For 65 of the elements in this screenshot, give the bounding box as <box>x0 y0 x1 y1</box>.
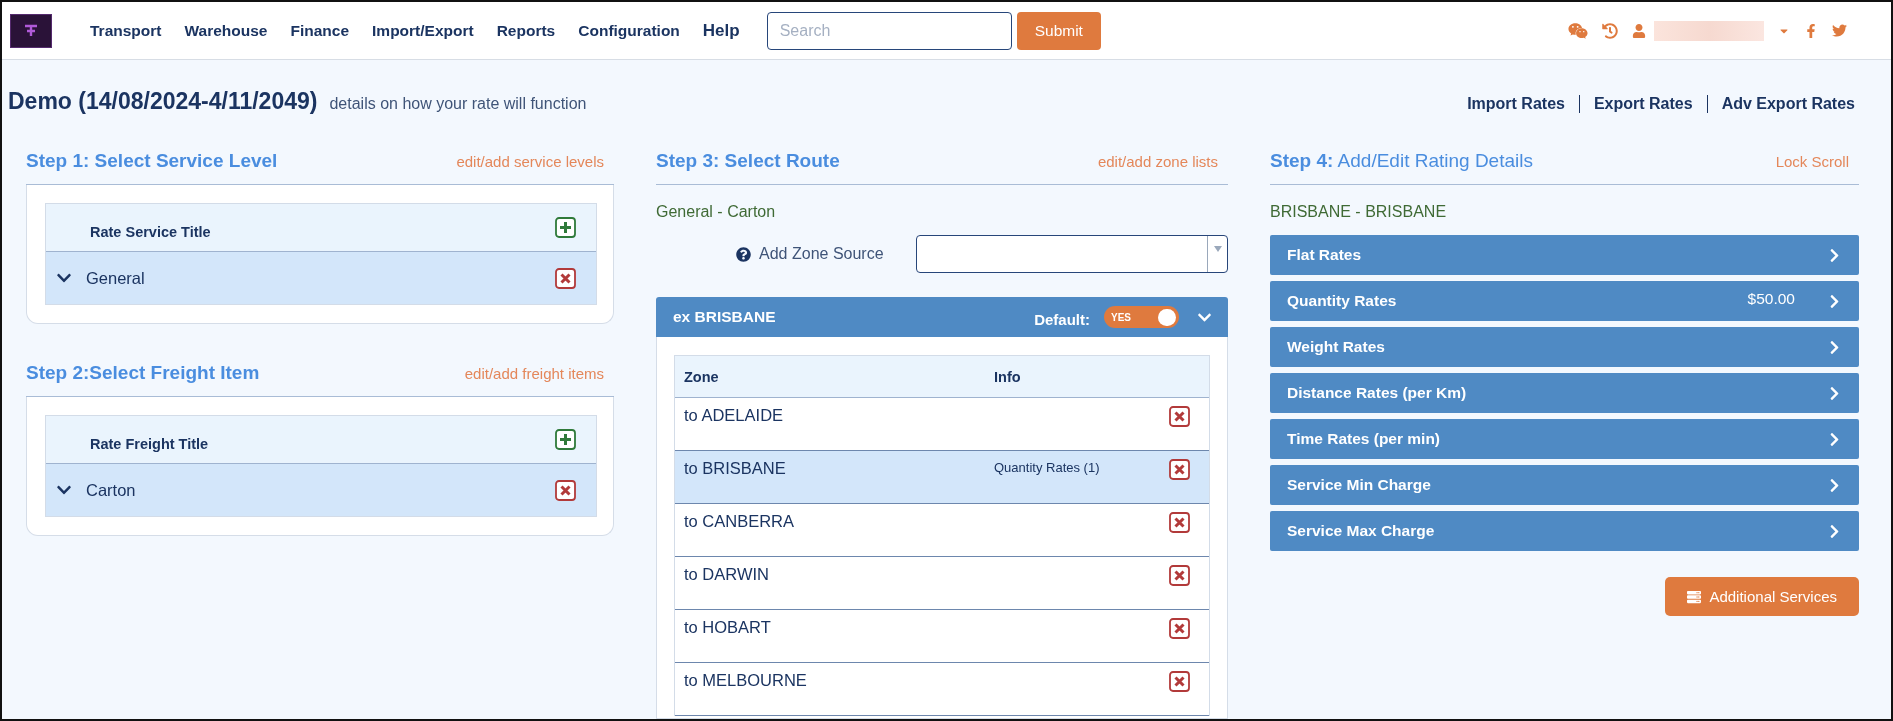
step-title: Step 1: Select Service Level <box>26 150 278 172</box>
delete-icon[interactable] <box>1169 512 1190 533</box>
rate-bar[interactable]: Distance Rates (per Km) <box>1270 373 1859 413</box>
rates-link[interactable]: Import Rates <box>1467 95 1565 113</box>
page-subtitle: details on how your rate will function <box>329 95 587 113</box>
rate-row[interactable]: Carton <box>46 464 596 516</box>
row-label: Carton <box>86 480 137 500</box>
twitter-icon[interactable] <box>1832 23 1847 38</box>
nav-link[interactable]: Help <box>702 20 740 41</box>
rate-bar[interactable]: Flat Rates <box>1270 235 1859 275</box>
delete-icon[interactable] <box>1169 618 1190 639</box>
route-selection: General - Carton <box>656 203 777 221</box>
delete-icon[interactable] <box>1169 565 1190 586</box>
rate-row[interactable]: General <box>46 252 596 304</box>
logo[interactable] <box>10 13 52 48</box>
nav-link[interactable]: Import/Export <box>372 21 474 40</box>
step-title: Step 2:Select Freight Item <box>26 362 260 384</box>
zone-name: to ADELAIDE <box>684 406 785 425</box>
zone-row[interactable]: to BRISBANE Quantity Rates (1) <box>675 451 1209 504</box>
zone-name: to MELBOURNE <box>684 671 808 690</box>
add-icon[interactable] <box>555 429 576 450</box>
delete-icon[interactable] <box>1169 459 1190 480</box>
column-header: Rate Freight Title <box>90 434 210 452</box>
default-label: Default: <box>1034 309 1090 328</box>
zone-source-select[interactable] <box>915 235 1228 273</box>
rate-bar[interactable]: Service Min Charge <box>1270 465 1859 505</box>
search-field[interactable]: Search <box>766 11 1012 50</box>
row-label: General <box>86 268 146 288</box>
chat-icon[interactable] <box>1568 20 1588 41</box>
zone-name: to BRISBANE <box>684 459 787 478</box>
group-title: ex BRISBANE <box>673 308 777 326</box>
zone-name: to HOBART <box>684 618 772 637</box>
nav-link[interactable]: Finance <box>290 21 350 40</box>
rate-bar[interactable]: Quantity Rates $50.00 <box>1270 281 1859 321</box>
logo-icon <box>23 22 39 39</box>
zone-name: to DARWIN <box>684 565 770 584</box>
rate-bar[interactable]: Weight Rates <box>1270 327 1859 367</box>
step-title: Step 3: Select Route <box>656 150 840 172</box>
delete-icon[interactable] <box>1169 406 1190 427</box>
nav-link[interactable]: Reports <box>496 21 556 40</box>
page-title: Demo (14/08/2024-4/11/2049) <box>8 88 318 115</box>
user-icon[interactable] <box>1632 23 1646 38</box>
add-icon[interactable] <box>555 217 576 238</box>
column-header: Rate Service Title <box>90 222 212 240</box>
facebook-icon[interactable] <box>1804 23 1818 38</box>
nav-link[interactable]: Transport <box>90 21 162 40</box>
rate-bar[interactable]: Time Rates (per min) <box>1270 419 1859 459</box>
column-header: Zone <box>684 368 720 385</box>
help-icon[interactable] <box>736 246 752 262</box>
zone-name: to CANBERRA <box>684 512 796 531</box>
delete-icon[interactable] <box>555 479 576 501</box>
nav-link[interactable]: Configuration <box>578 21 680 40</box>
history-icon[interactable] <box>1602 22 1618 39</box>
route-selection: BRISBANE - BRISBANE <box>1270 203 1448 221</box>
delete-icon[interactable] <box>555 267 576 289</box>
delete-icon[interactable] <box>1169 671 1190 692</box>
server-icon <box>1687 589 1702 604</box>
rates-link[interactable]: Export Rates <box>1593 95 1693 113</box>
zone-info: Quantity Rates (1) <box>994 459 1101 475</box>
rates-link[interactable]: Adv Export Rates <box>1721 95 1855 113</box>
nav-link[interactable]: Warehouse <box>184 21 268 40</box>
rate-bar[interactable]: Service Max Charge <box>1270 511 1859 551</box>
field-label: Add Zone Source <box>759 245 884 263</box>
step-title: Step 4: Add/Edit Rating Details <box>1270 150 1533 172</box>
column-header: Info <box>994 368 1022 385</box>
